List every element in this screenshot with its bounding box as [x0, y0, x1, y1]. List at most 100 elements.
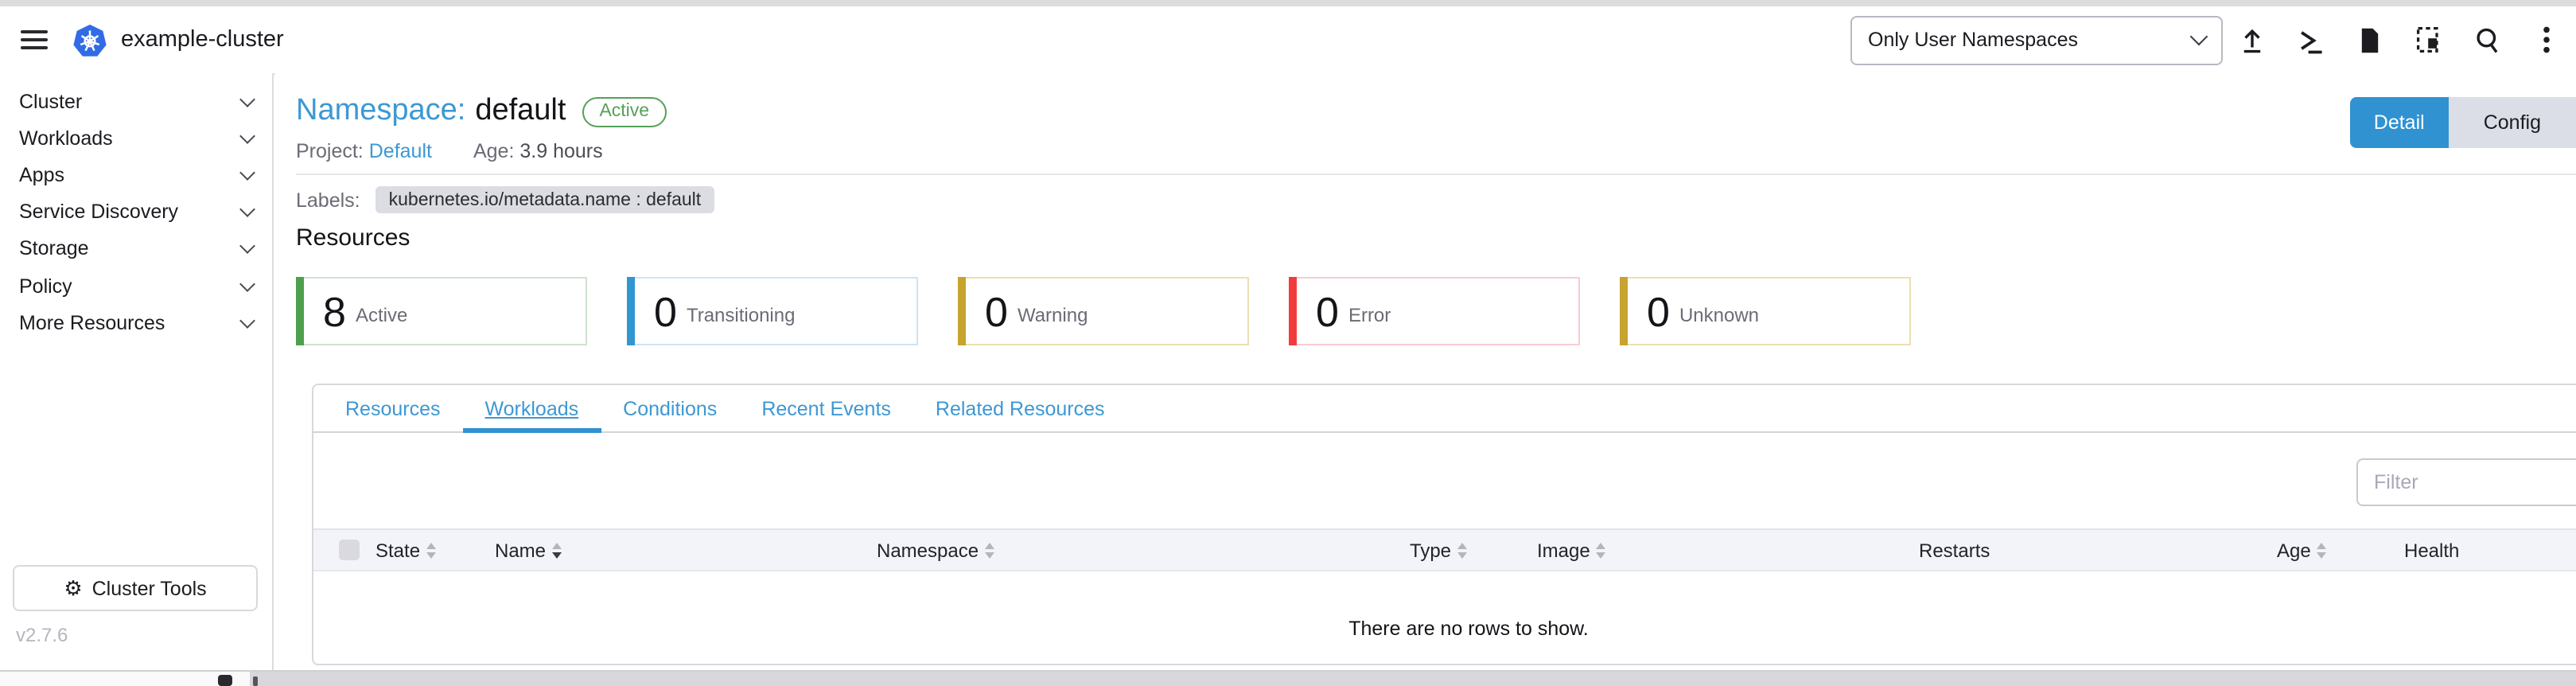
status-label: Error [1348, 303, 1391, 325]
import-yaml-button[interactable] [2223, 17, 2282, 63]
sidebar-item-label: Service Discovery [19, 201, 178, 223]
scrollbar-dot [253, 676, 258, 686]
resource-meta-row: Project: Default Age: 3.9 hours [296, 140, 603, 162]
tab-label: Resources [345, 397, 441, 419]
status-card-unknown: 0 Unknown [1620, 277, 1911, 345]
status-color-bar [958, 277, 966, 345]
status-count: 0 [654, 290, 677, 332]
sidebar-item-apps[interactable]: Apps [0, 157, 272, 193]
sidebar-item-cluster[interactable]: Cluster [0, 83, 272, 119]
status-label: Warning [1018, 303, 1088, 325]
chevron-down-icon [239, 239, 255, 255]
labels-row: Labels: kubernetes.io/metadata.name : de… [296, 186, 714, 213]
sidebar-item-workloads[interactable]: Workloads [0, 119, 272, 156]
main-content: Namespace: default Active Detail Config … [275, 73, 2576, 672]
status-card-warning: 0 Warning [958, 277, 1249, 345]
more-actions-button[interactable] [2517, 17, 2576, 63]
sidebar-item-more-resources[interactable]: More Resources [0, 304, 272, 341]
namespace-filter-select[interactable]: Only User Namespaces [1850, 15, 2223, 64]
column-header-age[interactable]: Age [2277, 539, 2404, 561]
config-button[interactable]: Config [2449, 97, 2576, 148]
select-all-checkbox[interactable] [339, 540, 360, 560]
page-title: Namespace: default Active [296, 94, 667, 129]
sort-arrows-icon [426, 542, 436, 558]
column-header-health[interactable]: Health [2404, 539, 2459, 561]
column-header-restarts[interactable]: Restarts [1919, 539, 2277, 561]
column-label: Namespace [877, 539, 979, 561]
column-header-image[interactable]: Image [1537, 539, 1919, 561]
copy-icon [2415, 25, 2443, 54]
status-card-active: 8 Active [296, 277, 587, 345]
namespace-filter-value: Only User Namespaces [1868, 29, 2078, 51]
sidebar-item-label: Apps [19, 164, 64, 186]
sidebar-item-label: Workloads [19, 127, 113, 150]
tab-related-resources[interactable]: Related Resources [913, 385, 1127, 431]
chevron-down-icon [2190, 28, 2208, 46]
tab-workloads[interactable]: Workloads [463, 385, 601, 431]
age-label: Age: [473, 140, 514, 162]
resource-name-label: default [475, 94, 566, 129]
sidebar-item-storage[interactable]: Storage [0, 231, 272, 267]
tab-label: Conditions [623, 397, 717, 419]
tab-recent-events[interactable]: Recent Events [739, 385, 913, 431]
column-label: Age [2277, 539, 2311, 561]
age-value: 3.9 hours [519, 140, 602, 162]
status-count: 0 [1647, 290, 1670, 332]
download-kubeconfig-button[interactable] [2341, 17, 2399, 63]
kubernetes-logo-icon [73, 23, 107, 57]
version-label: v2.7.6 [16, 624, 68, 646]
detail-button[interactable]: Detail [2350, 97, 2449, 148]
column-header-namespace[interactable]: Namespace [877, 539, 1410, 561]
divider [296, 173, 2576, 175]
table-header-row: State Name Namespace Type Image [313, 528, 2576, 571]
tab-panel: Resources Workloads Conditions Recent Ev… [312, 384, 2576, 665]
chevron-down-icon [239, 313, 255, 329]
status-color-bar [627, 277, 635, 345]
status-color-bar [1289, 277, 1297, 345]
view-toggle: Detail Config [2350, 97, 2576, 148]
resource-kind-label: Namespace: [296, 94, 465, 129]
sidebar-item-service-discovery[interactable]: Service Discovery [0, 193, 272, 230]
tab-conditions[interactable]: Conditions [601, 385, 739, 431]
sidebar-item-label: Policy [19, 275, 72, 297]
search-icon [2474, 26, 2501, 53]
kubectl-shell-icon [2298, 26, 2325, 53]
column-label: Name [495, 539, 546, 561]
hamburger-menu-icon[interactable] [21, 25, 48, 54]
kubectl-shell-button[interactable] [2282, 17, 2341, 63]
project-label: Project: [296, 140, 364, 162]
cluster-tools-label: Cluster Tools [92, 577, 207, 599]
sidebar-item-policy[interactable]: Policy [0, 267, 272, 304]
horizontal-scrollbar[interactable] [0, 670, 2576, 686]
scrollbar-left-track [0, 672, 250, 686]
sidebar-item-label: More Resources [19, 311, 165, 333]
column-header-name[interactable]: Name [495, 539, 877, 561]
column-label: Restarts [1919, 539, 1990, 561]
tab-label: Recent Events [761, 397, 891, 419]
column-header-state[interactable]: State [376, 539, 495, 561]
app-header: example-cluster Only User Namespaces [0, 6, 2576, 75]
status-label: Active [356, 303, 407, 325]
sort-arrows-icon [552, 542, 562, 558]
status-card-error: 0 Error [1289, 277, 1580, 345]
tab-resources[interactable]: Resources [323, 385, 463, 431]
chevron-down-icon [239, 128, 255, 144]
column-label: Type [1410, 539, 1451, 561]
scrollbar-glyph [218, 675, 232, 686]
sort-arrows-icon [2317, 542, 2327, 558]
column-label: Image [1537, 539, 1590, 561]
sort-arrows-icon [1457, 542, 1467, 558]
cluster-tools-button[interactable]: ⚙ Cluster Tools [13, 565, 258, 611]
project-link[interactable]: Default [369, 140, 432, 162]
status-count: 0 [1316, 290, 1339, 332]
tab-bar: Resources Workloads Conditions Recent Ev… [313, 385, 2576, 433]
column-header-type[interactable]: Type [1410, 539, 1537, 561]
filter-input[interactable] [2356, 458, 2576, 506]
label-tag: kubernetes.io/metadata.name : default [376, 186, 714, 213]
search-button[interactable] [2458, 17, 2517, 63]
copy-kubeconfig-button[interactable] [2399, 17, 2458, 63]
file-icon [2358, 26, 2382, 53]
status-badge: Active [582, 96, 667, 127]
sidebar-item-label: Storage [19, 238, 89, 260]
table-empty-message: There are no rows to show. [313, 618, 2576, 640]
